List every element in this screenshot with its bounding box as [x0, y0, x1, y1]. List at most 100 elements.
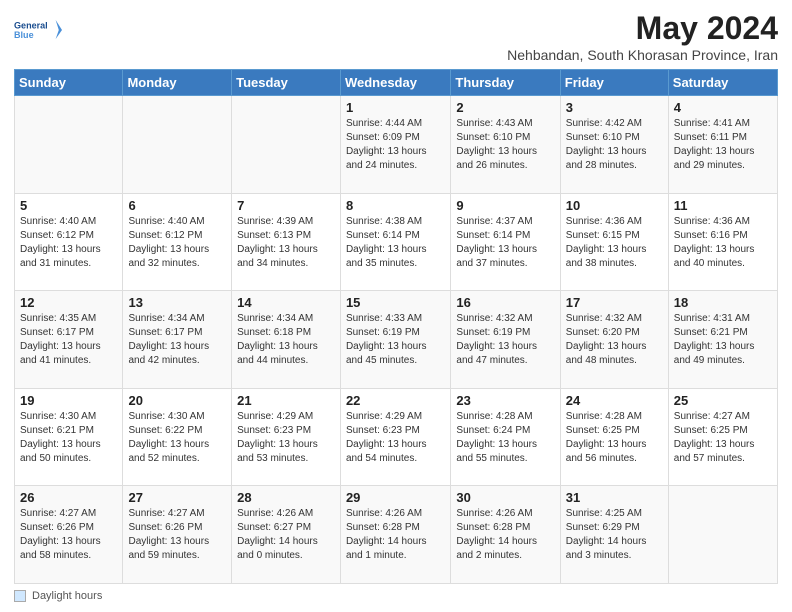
svg-text:General: General: [14, 20, 48, 30]
col-thursday: Thursday: [451, 70, 560, 96]
day-cell: 10Sunrise: 4:36 AM Sunset: 6:15 PM Dayli…: [560, 193, 668, 291]
day-detail: Sunrise: 4:27 AM Sunset: 6:25 PM Dayligh…: [674, 410, 772, 466]
day-detail: Sunrise: 4:33 AM Sunset: 6:19 PM Dayligh…: [346, 312, 445, 368]
day-detail: Sunrise: 4:42 AM Sunset: 6:10 PM Dayligh…: [566, 117, 663, 173]
day-detail: Sunrise: 4:39 AM Sunset: 6:13 PM Dayligh…: [237, 215, 335, 271]
day-detail: Sunrise: 4:44 AM Sunset: 6:09 PM Dayligh…: [346, 117, 445, 173]
title-area: May 2024 Nehbandan, South Khorasan Provi…: [507, 10, 778, 63]
day-cell: 1 Sunrise: 4:44 AM Sunset: 6:09 PM Daylig…: [340, 96, 450, 194]
day-number: 28: [237, 490, 335, 505]
day-number: 13: [128, 295, 226, 310]
header: General Blue May 2024 Nehbandan, South K…: [14, 10, 778, 63]
day-number: 14: [237, 295, 335, 310]
day-detail: Sunrise: 4:28 AM Sunset: 6:24 PM Dayligh…: [456, 410, 554, 466]
day-number: 6: [128, 198, 226, 213]
day-cell: 23 Sunrise: 4:28 AM Sunset: 6:24 PM Dayli…: [451, 388, 560, 486]
day-detail: Sunrise: 4:43 AM Sunset: 6:10 PM Dayligh…: [456, 117, 554, 173]
day-detail: Sunrise: 4:32 AM Sunset: 6:20 PM Dayligh…: [566, 312, 663, 368]
day-detail: Sunrise: 4:26 AM Sunset: 6:28 PM Dayligh…: [346, 507, 445, 563]
day-detail: Sunrise: 4:29 AM Sunset: 6:23 PM Dayligh…: [237, 410, 335, 466]
day-cell: 7Sunrise: 4:39 AM Sunset: 6:13 PM Daylig…: [232, 193, 341, 291]
day-detail: Sunrise: 4:41 AM Sunset: 6:11 PM Dayligh…: [674, 117, 772, 173]
day-detail: Sunrise: 4:34 AM Sunset: 6:18 PM Dayligh…: [237, 312, 335, 368]
day-number: 25: [674, 393, 772, 408]
day-number: 11: [674, 198, 772, 213]
day-detail: Sunrise: 4:26 AM Sunset: 6:27 PM Dayligh…: [237, 507, 335, 563]
day-cell: 29 Sunrise: 4:26 AM Sunset: 6:28 PM Dayli…: [340, 486, 450, 584]
day-number: 21: [237, 393, 335, 408]
day-detail: Sunrise: 4:27 AM Sunset: 6:26 PM Dayligh…: [128, 507, 226, 563]
day-number: 15: [346, 295, 445, 310]
day-detail: Sunrise: 4:32 AM Sunset: 6:19 PM Dayligh…: [456, 312, 554, 368]
daylight-label: Daylight hours: [32, 590, 102, 602]
day-cell: [15, 96, 123, 194]
day-cell: 27 Sunrise: 4:27 AM Sunset: 6:26 PM Dayli…: [123, 486, 232, 584]
footer: Daylight hours: [14, 590, 778, 602]
day-cell: 11Sunrise: 4:36 AM Sunset: 6:16 PM Dayli…: [668, 193, 777, 291]
day-number: 5: [20, 198, 117, 213]
svg-text:Blue: Blue: [14, 30, 34, 40]
col-wednesday: Wednesday: [340, 70, 450, 96]
day-cell: 21 Sunrise: 4:29 AM Sunset: 6:23 PM Dayli…: [232, 388, 341, 486]
day-number: 9: [456, 198, 554, 213]
day-detail: Sunrise: 4:37 AM Sunset: 6:14 PM Dayligh…: [456, 215, 554, 271]
week-row-0: 1 Sunrise: 4:44 AM Sunset: 6:09 PM Daylig…: [15, 96, 778, 194]
calendar-header: Sunday Monday Tuesday Wednesday Thursday…: [15, 70, 778, 96]
day-cell: 28 Sunrise: 4:26 AM Sunset: 6:27 PM Dayli…: [232, 486, 341, 584]
day-detail: Sunrise: 4:31 AM Sunset: 6:21 PM Dayligh…: [674, 312, 772, 368]
day-cell: 9 Sunrise: 4:37 AM Sunset: 6:14 PM Daylig…: [451, 193, 560, 291]
day-number: 4: [674, 100, 772, 115]
day-number: 17: [566, 295, 663, 310]
day-detail: Sunrise: 4:38 AM Sunset: 6:14 PM Dayligh…: [346, 215, 445, 271]
page: General Blue May 2024 Nehbandan, South K…: [0, 0, 792, 612]
day-number: 29: [346, 490, 445, 505]
day-cell: 25 Sunrise: 4:27 AM Sunset: 6:25 PM Dayli…: [668, 388, 777, 486]
day-number: 1: [346, 100, 445, 115]
day-detail: Sunrise: 4:30 AM Sunset: 6:22 PM Dayligh…: [128, 410, 226, 466]
day-detail: Sunrise: 4:25 AM Sunset: 6:29 PM Dayligh…: [566, 507, 663, 563]
day-cell: 4 Sunrise: 4:41 AM Sunset: 6:11 PM Daylig…: [668, 96, 777, 194]
week-row-4: 26 Sunrise: 4:27 AM Sunset: 6:26 PM Dayli…: [15, 486, 778, 584]
week-row-2: 12 Sunrise: 4:35 AM Sunset: 6:17 PM Dayli…: [15, 291, 778, 389]
day-detail: Sunrise: 4:34 AM Sunset: 6:17 PM Dayligh…: [128, 312, 226, 368]
day-number: 27: [128, 490, 226, 505]
day-detail: Sunrise: 4:30 AM Sunset: 6:21 PM Dayligh…: [20, 410, 117, 466]
day-cell: 6 Sunrise: 4:40 AM Sunset: 6:12 PM Daylig…: [123, 193, 232, 291]
day-number: 19: [20, 393, 117, 408]
day-number: 31: [566, 490, 663, 505]
day-detail: Sunrise: 4:27 AM Sunset: 6:26 PM Dayligh…: [20, 507, 117, 563]
col-tuesday: Tuesday: [232, 70, 341, 96]
day-number: 8: [346, 198, 445, 213]
day-cell: 8 Sunrise: 4:38 AM Sunset: 6:14 PM Daylig…: [340, 193, 450, 291]
day-number: 12: [20, 295, 117, 310]
daylight-legend-box: [14, 590, 26, 602]
day-cell: 20Sunrise: 4:30 AM Sunset: 6:22 PM Dayli…: [123, 388, 232, 486]
day-cell: 15 Sunrise: 4:33 AM Sunset: 6:19 PM Dayli…: [340, 291, 450, 389]
day-cell: 26 Sunrise: 4:27 AM Sunset: 6:26 PM Dayli…: [15, 486, 123, 584]
day-number: 22: [346, 393, 445, 408]
day-detail: Sunrise: 4:35 AM Sunset: 6:17 PM Dayligh…: [20, 312, 117, 368]
col-saturday: Saturday: [668, 70, 777, 96]
day-cell: [668, 486, 777, 584]
day-number: 3: [566, 100, 663, 115]
day-cell: 16 Sunrise: 4:32 AM Sunset: 6:19 PM Dayli…: [451, 291, 560, 389]
day-cell: 12 Sunrise: 4:35 AM Sunset: 6:17 PM Dayli…: [15, 291, 123, 389]
main-title: May 2024: [507, 10, 778, 47]
week-row-1: 5 Sunrise: 4:40 AM Sunset: 6:12 PM Daylig…: [15, 193, 778, 291]
day-cell: 30Sunrise: 4:26 AM Sunset: 6:28 PM Dayli…: [451, 486, 560, 584]
day-cell: 18Sunrise: 4:31 AM Sunset: 6:21 PM Dayli…: [668, 291, 777, 389]
day-number: 10: [566, 198, 663, 213]
day-cell: 13 Sunrise: 4:34 AM Sunset: 6:17 PM Dayli…: [123, 291, 232, 389]
col-monday: Monday: [123, 70, 232, 96]
day-number: 24: [566, 393, 663, 408]
col-friday: Friday: [560, 70, 668, 96]
day-number: 30: [456, 490, 554, 505]
week-row-3: 19 Sunrise: 4:30 AM Sunset: 6:21 PM Dayli…: [15, 388, 778, 486]
calendar-body: 1 Sunrise: 4:44 AM Sunset: 6:09 PM Daylig…: [15, 96, 778, 584]
day-number: 23: [456, 393, 554, 408]
day-number: 26: [20, 490, 117, 505]
day-detail: Sunrise: 4:40 AM Sunset: 6:12 PM Dayligh…: [128, 215, 226, 271]
day-cell: 19 Sunrise: 4:30 AM Sunset: 6:21 PM Dayli…: [15, 388, 123, 486]
col-sunday: Sunday: [15, 70, 123, 96]
day-number: 16: [456, 295, 554, 310]
